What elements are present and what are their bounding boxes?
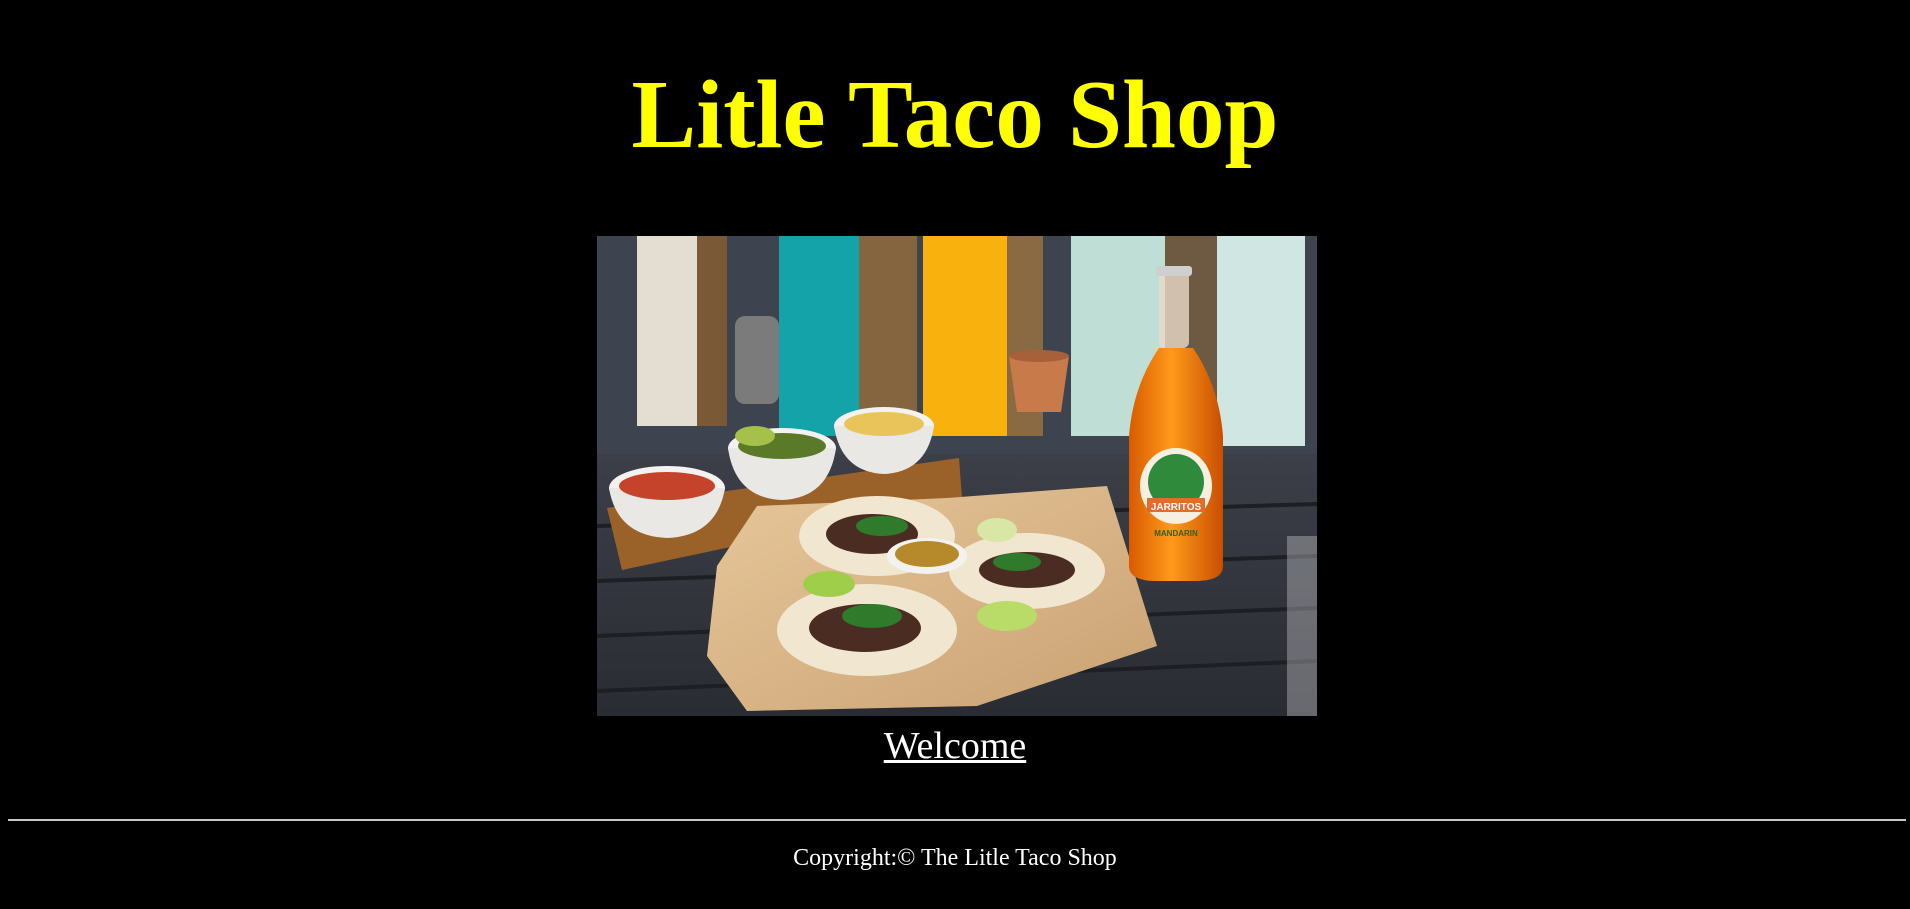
bottle-flavor-label: MANDARIN — [1154, 529, 1198, 538]
footer-divider — [8, 819, 1906, 821]
page: Litle Taco Shop JARRITOS MANDARIN Welcom… — [0, 0, 1910, 909]
welcome-nav: Welcome — [0, 725, 1910, 768]
site-title: Litle Taco Shop — [631, 61, 1279, 168]
welcome-link[interactable]: Welcome — [884, 725, 1027, 767]
bottle-brand-label: JARRITOS — [1151, 502, 1202, 513]
footer-copyright: Copyright:© The Litle Taco Shop — [793, 845, 1117, 871]
hero-image: JARRITOS MANDARIN — [597, 236, 1317, 716]
